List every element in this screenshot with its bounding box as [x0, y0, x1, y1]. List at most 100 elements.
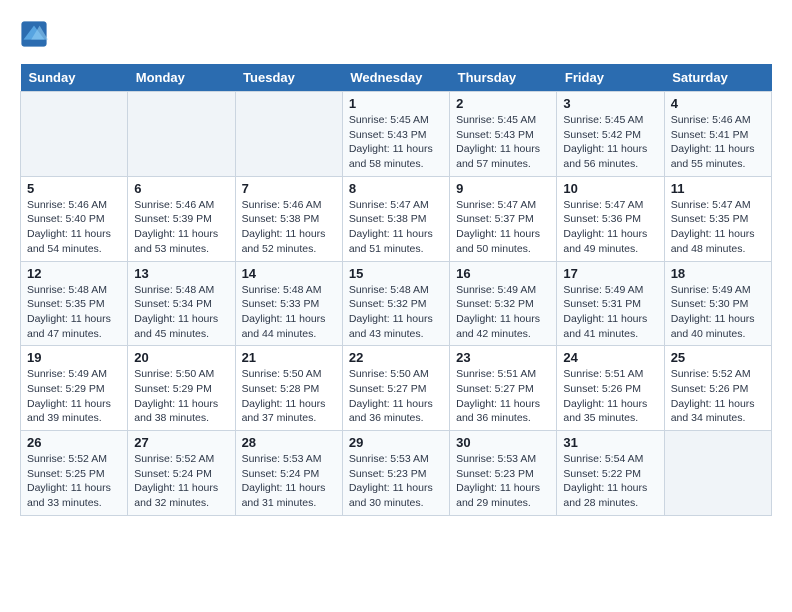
day-number: 22: [349, 350, 443, 365]
calendar-cell: 9Sunrise: 5:47 AM Sunset: 5:37 PM Daylig…: [450, 176, 557, 261]
calendar-cell: 31 Sunrise: 5:54 AM Sunset: 5:22 PM Dayli…: [557, 431, 664, 516]
day-info: Sunrise: 5:47 AM Sunset: 5:36 PM Dayligh…: [563, 198, 657, 257]
calendar-cell: 3 Sunrise: 5:45 AM Sunset: 5:42 PM Daylig…: [557, 92, 664, 177]
day-info: Sunrise: 5:49 AM Sunset: 5:30 PM Dayligh…: [671, 283, 765, 342]
day-number: 23: [456, 350, 550, 365]
day-number: 21: [242, 350, 336, 365]
calendar-cell: 12 Sunrise: 5:48 AM Sunset: 5:35 PM Dayli…: [21, 261, 128, 346]
calendar-cell: 15 Sunrise: 5:48 AM Sunset: 5:32 PM Dayli…: [342, 261, 449, 346]
day-number: 1: [349, 96, 443, 111]
calendar-cell: 17Sunrise: 5:49 AM Sunset: 5:31 PM Dayli…: [557, 261, 664, 346]
calendar-week-row: 26Sunrise: 5:52 AM Sunset: 5:25 PM Dayli…: [21, 431, 772, 516]
page-header: [20, 20, 772, 48]
calendar-cell: 10 Sunrise: 5:47 AM Sunset: 5:36 PM Dayli…: [557, 176, 664, 261]
day-number: 19: [27, 350, 121, 365]
weekday-header: Friday: [557, 64, 664, 92]
calendar-table: SundayMondayTuesdayWednesdayThursdayFrid…: [20, 64, 772, 516]
day-info: Sunrise: 5:46 AM Sunset: 5:39 PM Dayligh…: [134, 198, 228, 257]
day-info: Sunrise: 5:49 AM Sunset: 5:32 PM Dayligh…: [456, 283, 550, 342]
calendar-cell: 27 Sunrise: 5:52 AM Sunset: 5:24 PM Dayli…: [128, 431, 235, 516]
day-info: Sunrise: 5:50 AM Sunset: 5:28 PM Dayligh…: [242, 367, 336, 426]
day-number: 10: [563, 181, 657, 196]
calendar-week-row: 12 Sunrise: 5:48 AM Sunset: 5:35 PM Dayli…: [21, 261, 772, 346]
day-info: Sunrise: 5:49 AM Sunset: 5:29 PM Dayligh…: [27, 367, 121, 426]
day-info: Sunrise: 5:50 AM Sunset: 5:27 PM Dayligh…: [349, 367, 443, 426]
day-info: Sunrise: 5:53 AM Sunset: 5:24 PM Dayligh…: [242, 452, 336, 511]
calendar-cell: 29 Sunrise: 5:53 AM Sunset: 5:23 PM Dayli…: [342, 431, 449, 516]
day-info: Sunrise: 5:52 AM Sunset: 5:24 PM Dayligh…: [134, 452, 228, 511]
day-info: Sunrise: 5:48 AM Sunset: 5:34 PM Dayligh…: [134, 283, 228, 342]
day-number: 6: [134, 181, 228, 196]
day-number: 3: [563, 96, 657, 111]
day-info: Sunrise: 5:48 AM Sunset: 5:32 PM Dayligh…: [349, 283, 443, 342]
day-info: Sunrise: 5:46 AM Sunset: 5:41 PM Dayligh…: [671, 113, 765, 172]
calendar-cell: 7Sunrise: 5:46 AM Sunset: 5:38 PM Daylig…: [235, 176, 342, 261]
day-number: 28: [242, 435, 336, 450]
calendar-cell: 20Sunrise: 5:50 AM Sunset: 5:29 PM Dayli…: [128, 346, 235, 431]
day-number: 15: [349, 266, 443, 281]
day-info: Sunrise: 5:51 AM Sunset: 5:26 PM Dayligh…: [563, 367, 657, 426]
calendar-cell: [128, 92, 235, 177]
day-number: 27: [134, 435, 228, 450]
calendar-body: 1 Sunrise: 5:45 AM Sunset: 5:43 PM Daylig…: [21, 92, 772, 516]
calendar-cell: 16 Sunrise: 5:49 AM Sunset: 5:32 PM Dayli…: [450, 261, 557, 346]
calendar-week-row: 19 Sunrise: 5:49 AM Sunset: 5:29 PM Dayli…: [21, 346, 772, 431]
day-number: 18: [671, 266, 765, 281]
day-number: 13: [134, 266, 228, 281]
day-info: Sunrise: 5:53 AM Sunset: 5:23 PM Dayligh…: [349, 452, 443, 511]
calendar-cell: 21 Sunrise: 5:50 AM Sunset: 5:28 PM Dayli…: [235, 346, 342, 431]
day-number: 4: [671, 96, 765, 111]
day-info: Sunrise: 5:46 AM Sunset: 5:38 PM Dayligh…: [242, 198, 336, 257]
day-number: 29: [349, 435, 443, 450]
day-info: Sunrise: 5:45 AM Sunset: 5:43 PM Dayligh…: [456, 113, 550, 172]
day-info: Sunrise: 5:50 AM Sunset: 5:29 PM Dayligh…: [134, 367, 228, 426]
calendar-cell: 8 Sunrise: 5:47 AM Sunset: 5:38 PM Daylig…: [342, 176, 449, 261]
calendar-cell: 26Sunrise: 5:52 AM Sunset: 5:25 PM Dayli…: [21, 431, 128, 516]
day-number: 30: [456, 435, 550, 450]
day-info: Sunrise: 5:53 AM Sunset: 5:23 PM Dayligh…: [456, 452, 550, 511]
weekday-header: Monday: [128, 64, 235, 92]
calendar-cell: 18 Sunrise: 5:49 AM Sunset: 5:30 PM Dayli…: [664, 261, 771, 346]
day-info: Sunrise: 5:54 AM Sunset: 5:22 PM Dayligh…: [563, 452, 657, 511]
weekday-header: Wednesday: [342, 64, 449, 92]
day-number: 14: [242, 266, 336, 281]
calendar-cell: 19 Sunrise: 5:49 AM Sunset: 5:29 PM Dayli…: [21, 346, 128, 431]
calendar-cell: 25Sunrise: 5:52 AM Sunset: 5:26 PM Dayli…: [664, 346, 771, 431]
day-info: Sunrise: 5:47 AM Sunset: 5:38 PM Dayligh…: [349, 198, 443, 257]
day-number: 11: [671, 181, 765, 196]
day-info: Sunrise: 5:49 AM Sunset: 5:31 PM Dayligh…: [563, 283, 657, 342]
calendar-cell: [664, 431, 771, 516]
calendar-cell: 22 Sunrise: 5:50 AM Sunset: 5:27 PM Dayli…: [342, 346, 449, 431]
calendar-cell: 1 Sunrise: 5:45 AM Sunset: 5:43 PM Daylig…: [342, 92, 449, 177]
calendar-cell: 5 Sunrise: 5:46 AM Sunset: 5:40 PM Daylig…: [21, 176, 128, 261]
day-info: Sunrise: 5:46 AM Sunset: 5:40 PM Dayligh…: [27, 198, 121, 257]
logo-icon: [20, 20, 48, 48]
day-info: Sunrise: 5:45 AM Sunset: 5:43 PM Dayligh…: [349, 113, 443, 172]
day-number: 5: [27, 181, 121, 196]
calendar-cell: [21, 92, 128, 177]
calendar-cell: 28 Sunrise: 5:53 AM Sunset: 5:24 PM Dayli…: [235, 431, 342, 516]
calendar-cell: 14 Sunrise: 5:48 AM Sunset: 5:33 PM Dayli…: [235, 261, 342, 346]
calendar-cell: 4 Sunrise: 5:46 AM Sunset: 5:41 PM Daylig…: [664, 92, 771, 177]
calendar-header: SundayMondayTuesdayWednesdayThursdayFrid…: [21, 64, 772, 92]
day-number: 26: [27, 435, 121, 450]
calendar-cell: 6 Sunrise: 5:46 AM Sunset: 5:39 PM Daylig…: [128, 176, 235, 261]
day-number: 2: [456, 96, 550, 111]
day-info: Sunrise: 5:48 AM Sunset: 5:35 PM Dayligh…: [27, 283, 121, 342]
calendar-cell: 11 Sunrise: 5:47 AM Sunset: 5:35 PM Dayli…: [664, 176, 771, 261]
day-number: 25: [671, 350, 765, 365]
weekday-header: Thursday: [450, 64, 557, 92]
day-info: Sunrise: 5:45 AM Sunset: 5:42 PM Dayligh…: [563, 113, 657, 172]
day-info: Sunrise: 5:47 AM Sunset: 5:37 PM Dayligh…: [456, 198, 550, 257]
calendar-cell: 13 Sunrise: 5:48 AM Sunset: 5:34 PM Dayli…: [128, 261, 235, 346]
day-info: Sunrise: 5:47 AM Sunset: 5:35 PM Dayligh…: [671, 198, 765, 257]
day-number: 16: [456, 266, 550, 281]
day-number: 24: [563, 350, 657, 365]
weekday-row: SundayMondayTuesdayWednesdayThursdayFrid…: [21, 64, 772, 92]
calendar-cell: 24 Sunrise: 5:51 AM Sunset: 5:26 PM Dayli…: [557, 346, 664, 431]
weekday-header: Sunday: [21, 64, 128, 92]
day-number: 8: [349, 181, 443, 196]
day-info: Sunrise: 5:48 AM Sunset: 5:33 PM Dayligh…: [242, 283, 336, 342]
day-number: 31: [563, 435, 657, 450]
day-number: 12: [27, 266, 121, 281]
